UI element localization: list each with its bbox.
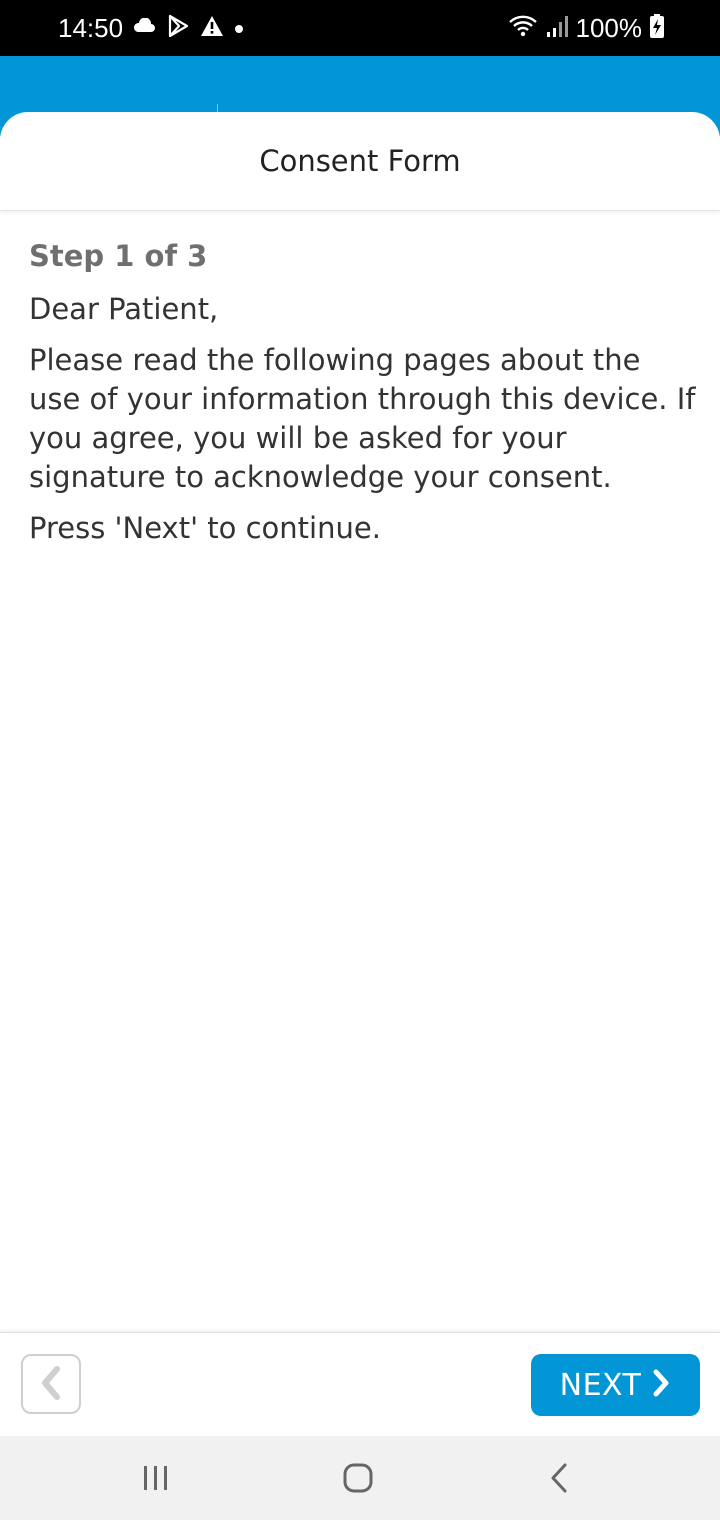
system-nav-bar (0, 1436, 720, 1520)
step-indicator: Step 1 of 3 (29, 239, 208, 273)
consent-content: Step 1 of 3 Dear Patient, Please read th… (29, 236, 699, 560)
play-store-icon (166, 14, 190, 42)
status-icons-left (132, 14, 244, 42)
home-icon[interactable] (338, 1460, 378, 1496)
recent-apps-icon[interactable] (136, 1460, 176, 1496)
status-time: 14:50 (58, 13, 124, 43)
status-bar: 14:50 100% (0, 0, 720, 56)
battery-percent: 100% (575, 13, 643, 43)
consent-sheet: Consent Form Step 1 of 3 Dear Patient, P… (0, 112, 720, 1332)
chevron-right-icon (651, 1368, 671, 1402)
sheet-header: Consent Form (0, 112, 720, 211)
consent-body-text: Please read the following pages about th… (29, 343, 696, 494)
previous-button[interactable] (21, 1354, 81, 1414)
signal-icon (546, 14, 568, 42)
back-icon[interactable] (540, 1460, 580, 1496)
greeting-text: Dear Patient, (29, 292, 219, 326)
action-bar: NEXT (0, 1332, 720, 1437)
instruction-text: Press 'Next' to continue. (29, 511, 381, 545)
status-icons-right: 100% (508, 12, 664, 44)
next-button-label: NEXT (559, 1367, 642, 1403)
dot-icon (234, 19, 244, 38)
warning-icon (200, 15, 224, 41)
wifi-icon (508, 14, 538, 42)
next-button[interactable]: NEXT (531, 1354, 700, 1416)
battery-charging-icon (650, 14, 664, 42)
chevron-left-icon (37, 1365, 65, 1404)
page-title: Consent Form (259, 144, 461, 178)
cloud-icon (132, 17, 156, 38)
